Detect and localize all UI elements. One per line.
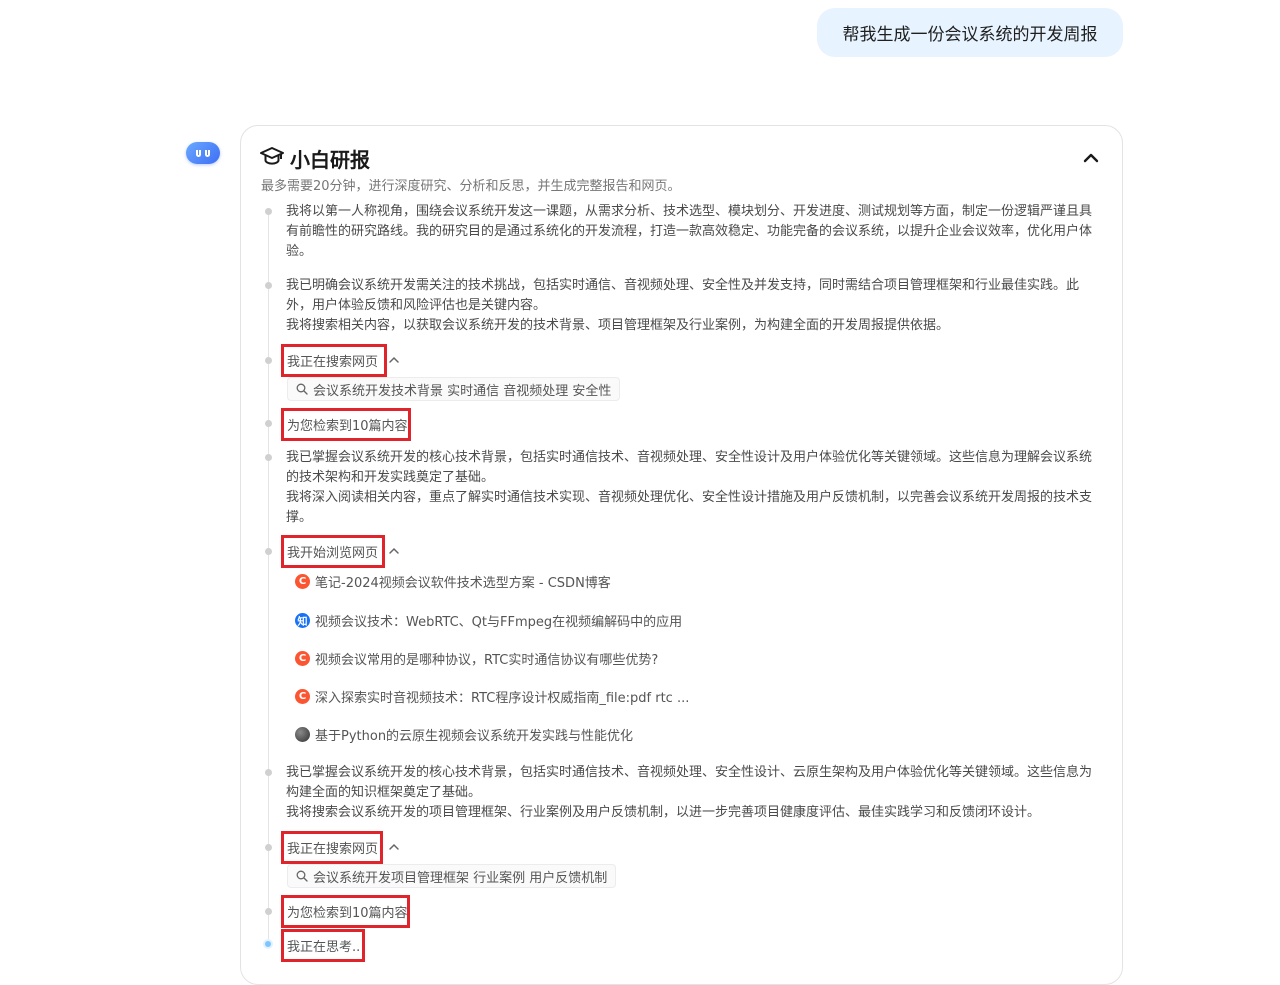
source-link[interactable]: C 笔记-2024视频会议软件技术选型方案 - CSDN博客 bbox=[295, 571, 611, 591]
paragraph-text: 我将以第一人称视角，围绕会议系统开发这一课题，从需求分析、技术选型、模块划分、开… bbox=[286, 204, 1093, 259]
step-label: 为您检索到10篇内容 bbox=[287, 419, 408, 434]
findings-paragraph: 我已掌握会议系统开发的核心技术背景，包括实时通信技术、音视频处理、安全性设计及用… bbox=[286, 448, 1101, 528]
analysis-paragraph: 我已明确会议系统开发需关注的技术挑战，包括实时通信、音视频处理、安全性及并发支持… bbox=[286, 276, 1101, 336]
csdn-icon: C bbox=[295, 688, 310, 704]
paragraph-text: 我已掌握会议系统开发的核心技术背景，包括实时通信技术、音视频处理、安全性设计、云… bbox=[286, 765, 1093, 800]
findings-paragraph: 我已掌握会议系统开发的核心技术背景，包括实时通信技术、音视频处理、安全性设计、云… bbox=[286, 763, 1101, 823]
source-title: 笔记-2024视频会议软件技术选型方案 - CSDN博客 bbox=[315, 575, 611, 591]
user-message-bubble: 帮我生成一份会议系统的开发周报 bbox=[817, 8, 1123, 57]
timeline-dot bbox=[265, 548, 272, 555]
search-query-chip[interactable]: 会议系统开发技术背景 实时通信 音视频处理 安全性 bbox=[287, 377, 621, 401]
card-title: 小白研报 bbox=[290, 147, 370, 172]
timeline-dot bbox=[265, 208, 272, 215]
avatar-eye-right bbox=[205, 149, 210, 157]
timeline-dot bbox=[265, 420, 272, 427]
search-query-text: 会议系统开发技术背景 实时通信 音视频处理 安全性 bbox=[313, 383, 612, 399]
paragraph-text: 我将深入阅读相关内容，重点了解实时通信技术实现、音视频处理优化、安全性设计措施及… bbox=[286, 490, 1093, 525]
card-header: 小白研报 bbox=[260, 145, 370, 172]
author-avatar-icon bbox=[295, 726, 310, 742]
timeline-dot bbox=[265, 844, 272, 851]
paragraph-text: 我已明确会议系统开发需关注的技术挑战，包括实时通信、音视频处理、安全性及并发支持… bbox=[286, 278, 1080, 313]
csdn-icon: C bbox=[295, 650, 310, 666]
collapse-card-button[interactable] bbox=[1080, 148, 1102, 168]
timeline-dot bbox=[265, 769, 272, 776]
step-browsing-web[interactable]: 我开始浏览网页 bbox=[281, 535, 385, 568]
search-query-chip[interactable]: 会议系统开发项目管理框架 行业案例 用户反馈机制 bbox=[287, 864, 617, 888]
step-label: 为您检索到10篇内容 bbox=[287, 906, 408, 921]
step-found-results[interactable]: 为您检索到10篇内容 bbox=[281, 895, 410, 928]
timeline-dot bbox=[265, 357, 272, 364]
card-subtitle: 最多需要20分钟，进行深度研究、分析和反思，并生成完整报告和网页。 bbox=[261, 179, 681, 194]
chevron-up-icon bbox=[1083, 153, 1099, 163]
source-link[interactable]: 知 视频会议技术：WebRTC、Qt与FFmpeg在视频编解码中的应用 bbox=[295, 610, 682, 630]
avatar-eye-left bbox=[196, 149, 201, 157]
step-label: 我正在思考.. bbox=[287, 940, 361, 955]
source-title: 视频会议技术：WebRTC、Qt与FFmpeg在视频编解码中的应用 bbox=[315, 614, 683, 630]
source-title: 深入探索实时音视频技术：RTC程序设计权威指南_file:pdf rtc ... bbox=[315, 690, 690, 706]
timeline-dot bbox=[265, 908, 272, 915]
step-label: 我开始浏览网页 bbox=[287, 546, 379, 561]
assistant-avatar bbox=[186, 142, 220, 164]
step-thinking: 我正在思考.. bbox=[281, 929, 365, 962]
step-found-results[interactable]: 为您检索到10篇内容 bbox=[281, 408, 411, 441]
user-message-text: 帮我生成一份会议系统的开发周报 bbox=[842, 25, 1098, 45]
chevron-up-icon[interactable] bbox=[388, 546, 400, 556]
source-title: 视频会议常用的是哪种协议，RTC实时通信协议有哪些优势? bbox=[315, 652, 659, 668]
timeline-dot bbox=[265, 282, 272, 289]
source-title: 基于Python的云原生视频会议系统开发实践与性能优化 bbox=[315, 728, 634, 744]
research-plan-paragraph: 我将以第一人称视角，围绕会议系统开发这一课题，从需求分析、技术选型、模块划分、开… bbox=[286, 202, 1101, 262]
timeline-dot bbox=[265, 454, 272, 461]
step-searching-web[interactable]: 我正在搜索网页 bbox=[281, 344, 387, 377]
source-link[interactable]: C 视频会议常用的是哪种协议，RTC实时通信协议有哪些优势? bbox=[295, 648, 658, 668]
graduation-cap-icon bbox=[260, 146, 284, 170]
search-query-text: 会议系统开发项目管理框架 行业案例 用户反馈机制 bbox=[313, 870, 608, 886]
source-link[interactable]: C 深入探索实时音视频技术：RTC程序设计权威指南_file:pdf rtc .… bbox=[295, 686, 689, 706]
search-icon bbox=[296, 383, 308, 395]
step-label: 我正在搜索网页 bbox=[287, 355, 379, 370]
paragraph-text: 我已掌握会议系统开发的核心技术背景，包括实时通信技术、音视频处理、安全性设计及用… bbox=[286, 450, 1093, 485]
csdn-icon: C bbox=[295, 573, 310, 589]
chevron-up-icon[interactable] bbox=[388, 355, 400, 365]
timeline-active-dot bbox=[265, 941, 271, 947]
step-searching-web[interactable]: 我正在搜索网页 bbox=[281, 831, 383, 864]
search-icon bbox=[296, 870, 308, 882]
zhihu-icon: 知 bbox=[295, 612, 310, 628]
chevron-up-icon[interactable] bbox=[388, 842, 400, 852]
paragraph-text: 我将搜索会议系统开发的项目管理框架、行业案例及用户反馈机制，以进一步完善项目健康… bbox=[286, 805, 1041, 820]
timeline-line bbox=[268, 212, 269, 942]
source-link[interactable]: 基于Python的云原生视频会议系统开发实践与性能优化 bbox=[295, 724, 633, 744]
paragraph-text: 我将搜索相关内容，以获取会议系统开发的技术背景、项目管理框架及行业案例，为构建全… bbox=[286, 318, 950, 333]
step-label: 我正在搜索网页 bbox=[287, 842, 379, 857]
